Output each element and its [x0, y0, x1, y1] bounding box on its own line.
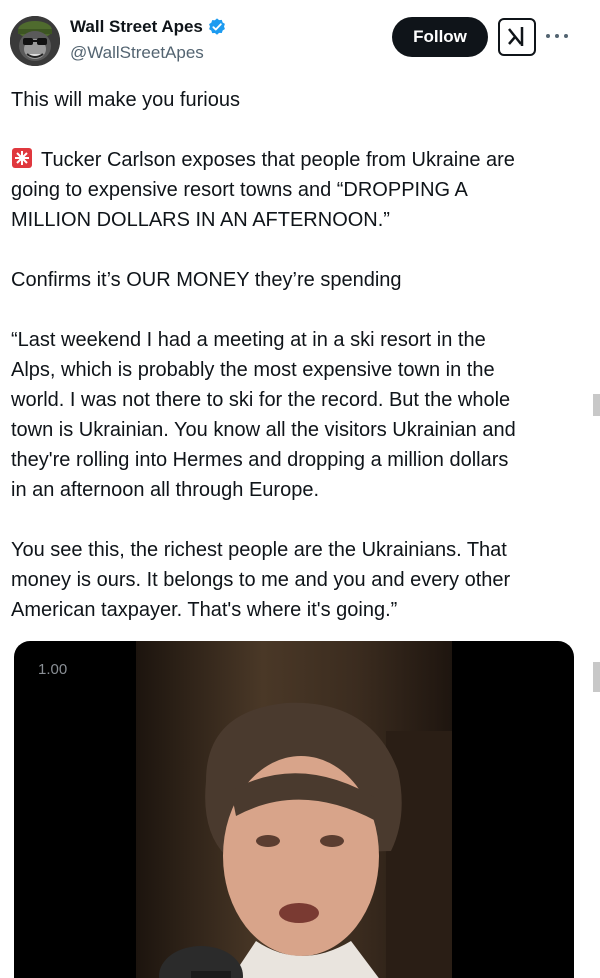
- tweet-paragraph-1: This will make you furious: [11, 89, 240, 111]
- avatar[interactable]: [10, 16, 60, 66]
- tweet-text: This will make you furious Tucker Carlso…: [11, 85, 586, 625]
- more-options-icon[interactable]: [546, 28, 568, 44]
- grok-button[interactable]: [498, 18, 536, 56]
- tweet-paragraph-2-text: Tucker Carlson exposes that people from …: [11, 149, 515, 231]
- tweet-page: Wall Street Apes @WallStreetApes Follow …: [0, 0, 600, 978]
- display-name[interactable]: Wall Street Apes: [70, 17, 203, 37]
- tweet-header: Wall Street Apes @WallStreetApes Follow: [0, 0, 600, 78]
- playback-speed: 1.00: [38, 661, 68, 678]
- tweet-paragraph-2: Tucker Carlson exposes that people from …: [11, 145, 586, 235]
- video-frame[interactable]: [136, 641, 452, 978]
- name-row: Wall Street Apes: [70, 17, 227, 37]
- scrollbar-thumb[interactable]: [593, 394, 600, 416]
- tweet-paragraph-3: Confirms it’s OUR MONEY they’re spending: [11, 269, 402, 291]
- verified-badge-icon[interactable]: [207, 17, 227, 37]
- follow-button[interactable]: Follow: [392, 17, 488, 57]
- grok-icon: [508, 27, 524, 46]
- tweet-paragraph-4: “Last weekend I had a meeting at in a sk…: [11, 329, 516, 501]
- video-thumbnail-person: [136, 641, 452, 978]
- scrollbar-thumb-lower[interactable]: [593, 662, 600, 692]
- tweet-paragraph-5: You see this, the richest people are the…: [11, 539, 511, 621]
- gorilla-avatar-icon: [10, 16, 60, 66]
- handle[interactable]: @WallStreetApes: [70, 43, 204, 63]
- video-player[interactable]: 1.00: [14, 641, 574, 978]
- rotating-light-icon: [12, 148, 32, 168]
